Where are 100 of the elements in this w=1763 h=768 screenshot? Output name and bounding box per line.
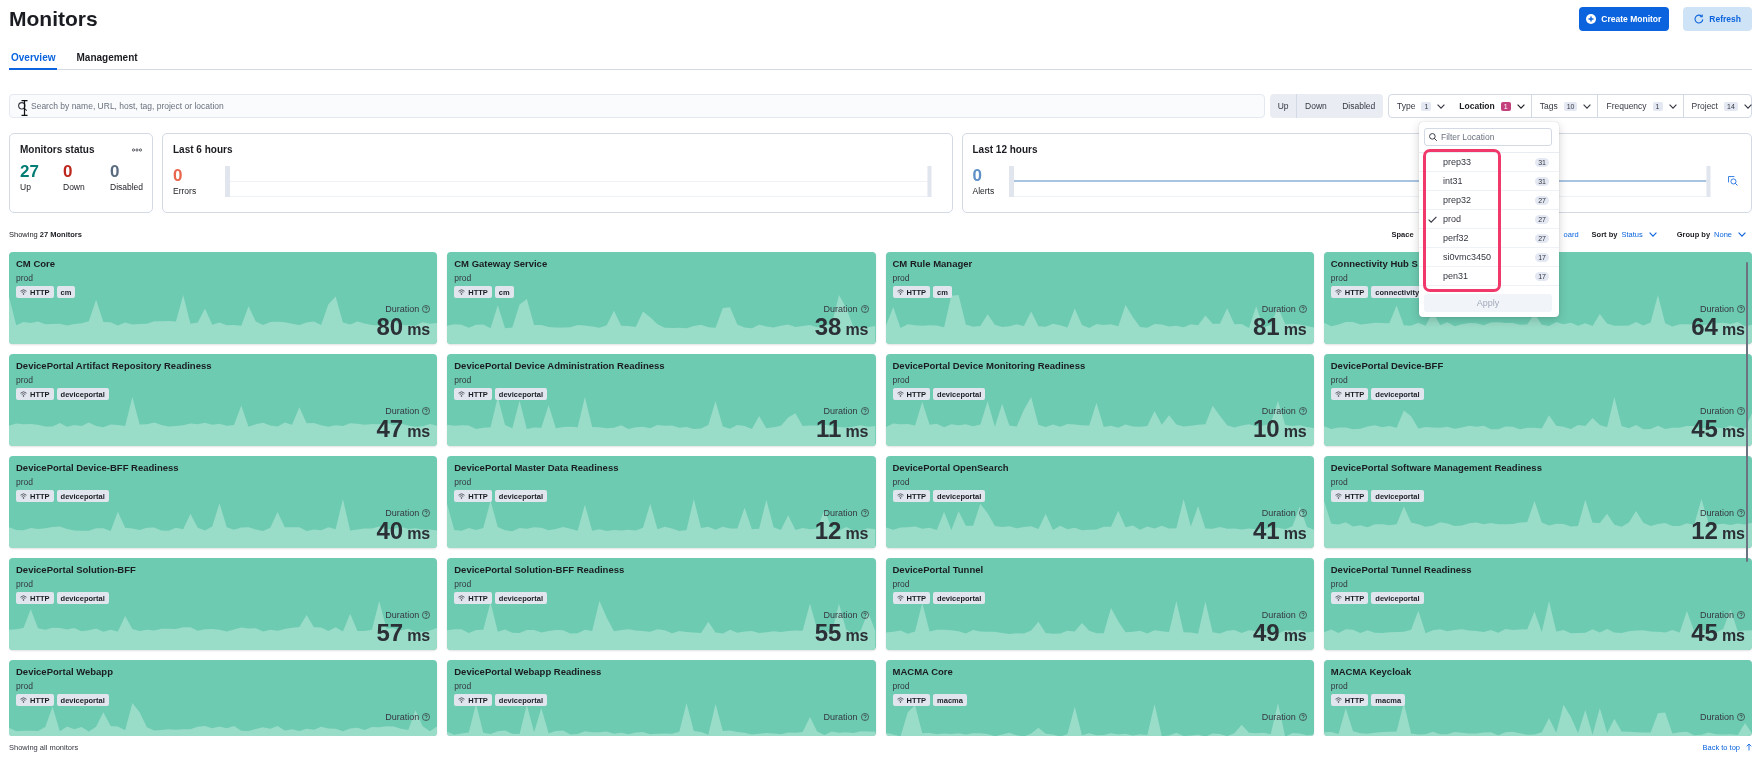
duration-label: Duration	[1699, 303, 1734, 315]
duration-label: Duration	[385, 711, 420, 723]
monitor-name: MACMA Core	[892, 665, 953, 678]
wifi-icon	[458, 391, 466, 397]
tab[interactable]: Management	[74, 46, 140, 70]
duration-unit: ms	[845, 524, 869, 544]
duration-unit: ms	[1721, 626, 1745, 646]
search-icon	[1429, 133, 1437, 141]
duration-label: Duration	[385, 609, 420, 621]
disabled-count: 0	[110, 162, 120, 182]
monitor-location: prod	[892, 273, 910, 284]
duration-value: 49	[1252, 621, 1280, 645]
caret-icon	[1516, 103, 1525, 109]
filter-location-field[interactable]: Filter Location	[1424, 128, 1552, 146]
wifi-icon	[1334, 493, 1342, 499]
monitor-location: prod	[892, 681, 910, 692]
caret-icon	[1668, 103, 1677, 109]
wifi-icon	[20, 595, 27, 601]
duration-value: 45	[1691, 417, 1718, 441]
status-filter-button[interactable]: Disabled	[1334, 94, 1383, 118]
status-filter-button[interactable]: Down	[1296, 94, 1335, 118]
monitor-location: prod	[16, 273, 33, 284]
duration-value: 45	[1691, 621, 1718, 645]
help-icon	[1298, 713, 1307, 721]
duration-value: 81	[1252, 315, 1280, 339]
help-icon	[422, 305, 431, 313]
plus-circle-icon	[1586, 14, 1597, 24]
help-icon	[422, 713, 431, 721]
duration-label: Duration	[385, 303, 420, 315]
monitor-name: DevicePortal Artifact Repository Readiness	[16, 359, 212, 372]
monitor-name: DevicePortal Webapp	[16, 665, 113, 678]
chart-edge-bar	[225, 166, 231, 197]
wifi-icon	[1334, 697, 1342, 703]
wifi-icon	[458, 697, 466, 703]
help-icon	[1737, 407, 1745, 415]
wifi-icon	[20, 493, 27, 499]
help-icon	[860, 305, 869, 313]
monitor-name: DevicePortal Device Administration Readiness	[454, 359, 665, 372]
help-icon	[1298, 611, 1307, 619]
monitor-name: DevicePortal Solution-BFF	[16, 563, 136, 576]
monitor-name: CM Core	[16, 257, 56, 270]
wifi-icon	[458, 595, 466, 601]
panel-title: Last 6 hours	[173, 143, 234, 156]
duration-value: 12	[814, 519, 842, 543]
help-icon	[860, 509, 869, 517]
duration-label: Duration	[823, 405, 858, 417]
duration-label: Duration	[823, 711, 858, 723]
duration-unit: ms	[1283, 422, 1307, 442]
duration-label: Duration	[1699, 405, 1734, 417]
monitor-location: prod	[892, 579, 910, 590]
monitor-location: prod	[1330, 681, 1348, 692]
monitor-name: DevicePortal Solution-BFF Readiness	[454, 563, 625, 576]
wifi-icon	[896, 595, 904, 601]
help-icon	[1298, 509, 1307, 517]
duration-value: 11	[816, 417, 842, 441]
wifi-icon	[1334, 595, 1342, 601]
search-field[interactable]: Search by name, URL, host, tag, project or location	[9, 94, 1265, 118]
refresh-button[interactable]: Refresh	[1683, 7, 1752, 31]
tab[interactable]: Overview	[9, 46, 58, 70]
duration-unit: ms	[1283, 524, 1307, 544]
up-label: Up	[20, 182, 31, 193]
duration-label: Duration	[1261, 711, 1296, 723]
duration-unit: ms	[845, 626, 869, 646]
wifi-icon	[20, 391, 27, 397]
page-title: Monitors	[9, 6, 98, 32]
monitor-name: DevicePortal Software Management Readiness	[1330, 461, 1542, 474]
monitor-name: DevicePortal Tunnel Readiness	[1330, 563, 1472, 576]
duration-unit: ms	[407, 320, 431, 340]
duration-label: Duration	[1261, 405, 1296, 417]
more-icon[interactable]	[132, 147, 142, 152]
duration-label: Duration	[1699, 507, 1734, 519]
monitor-name: CM Gateway Service	[454, 257, 548, 270]
monitor-name: DevicePortal Master Data Readiness	[454, 461, 619, 474]
magnifier-icon[interactable]	[1728, 176, 1738, 186]
create-button[interactable]: Create Monitor	[1579, 7, 1670, 31]
duration-value: 64	[1691, 315, 1718, 339]
help-icon	[1737, 713, 1745, 721]
duration-unit: ms	[1283, 626, 1307, 646]
scrollbar-thumb[interactable]	[1746, 262, 1748, 562]
monitor-name: DevicePortal OpenSearch	[892, 461, 1009, 474]
monitor-name: CM Rule Manager	[892, 257, 973, 270]
disabled-label: Disabled	[110, 182, 144, 193]
duration-value: 47	[376, 417, 404, 441]
monitor-location: prod	[454, 681, 472, 692]
panel-title: Last 12 hours	[972, 143, 1039, 156]
wifi-icon	[20, 289, 27, 295]
help-icon	[1737, 611, 1745, 619]
wifi-icon	[1334, 289, 1342, 295]
duration-unit: ms	[1283, 320, 1307, 340]
wifi-icon	[20, 697, 27, 703]
monitor-location: prod	[1330, 375, 1348, 386]
wifi-icon	[1334, 391, 1342, 397]
duration-unit: ms	[407, 422, 431, 442]
status-filter-button[interactable]: Up	[1270, 94, 1297, 118]
duration-value: 40	[376, 519, 404, 543]
wifi-icon	[896, 289, 904, 295]
help-icon	[860, 407, 869, 415]
help-icon	[860, 713, 869, 721]
duration-label: Duration	[1699, 609, 1734, 621]
monitor-location: prod	[16, 375, 33, 386]
